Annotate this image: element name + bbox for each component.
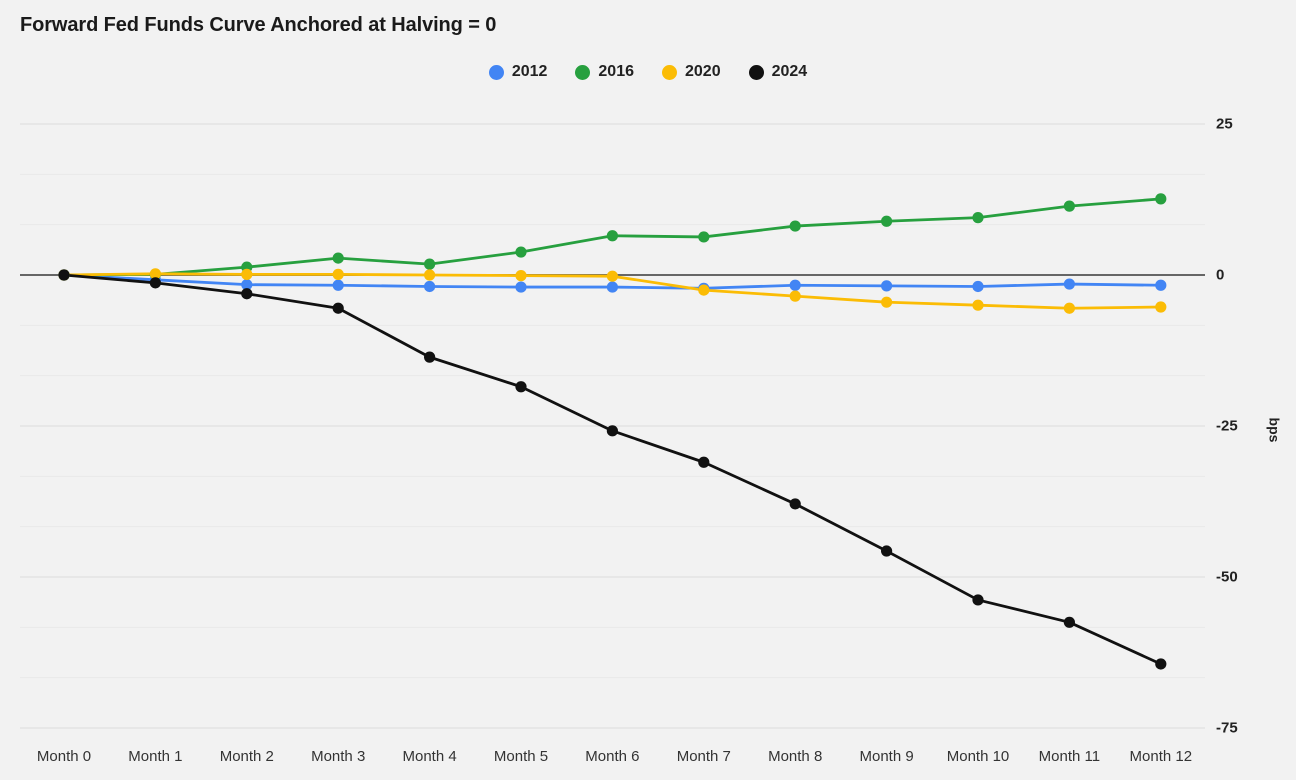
data-point-2016-11[interactable] (1063, 200, 1075, 212)
y-tick-label: -50 (1216, 568, 1238, 586)
data-point-2020-7[interactable] (698, 284, 710, 296)
data-point-2016-4[interactable] (424, 258, 436, 270)
data-point-2016-3[interactable] (332, 252, 344, 264)
x-tick-label-2: Month 2 (219, 748, 274, 765)
data-point-2012-11[interactable] (1063, 278, 1075, 290)
data-point-2024-11[interactable] (1063, 616, 1075, 628)
data-point-2024-0[interactable] (58, 269, 70, 281)
chart-container: Forward Fed Funds Curve Anchored at Halv… (0, 0, 1296, 780)
data-point-2016-12[interactable] (1155, 193, 1167, 205)
x-tick-label-11: Month 11 (1038, 748, 1101, 765)
y-tick-label: -25 (1216, 417, 1238, 435)
y-axis-title: bps (1266, 417, 1283, 443)
x-tick-label-4: Month 4 (402, 748, 457, 765)
data-point-2012-4[interactable] (424, 280, 436, 293)
data-point-2012-5[interactable] (515, 281, 527, 293)
x-tick-label-1: Month 1 (128, 748, 183, 765)
data-point-2024-12[interactable] (1155, 658, 1167, 670)
data-point-2012-6[interactable] (606, 281, 619, 293)
data-point-2024-6[interactable] (606, 425, 619, 437)
data-point-2012-8[interactable] (789, 279, 801, 291)
data-point-2020-2[interactable] (241, 268, 253, 280)
data-point-2020-4[interactable] (424, 269, 436, 281)
data-point-2016-9[interactable] (881, 215, 893, 227)
series-line-2024 (62, 273, 1163, 666)
plot-svg (20, 123, 1205, 729)
x-tick-label-3: Month 3 (311, 748, 366, 765)
x-tick-label-7: Month 7 (676, 748, 731, 765)
data-point-2024-8[interactable] (789, 498, 801, 510)
data-point-2016-7[interactable] (698, 231, 710, 243)
data-point-2020-11[interactable] (1063, 302, 1075, 314)
data-point-2024-2[interactable] (241, 288, 253, 300)
data-point-2016-8[interactable] (789, 220, 801, 232)
y-tick-label: -75 (1216, 719, 1238, 737)
data-point-2024-4[interactable] (424, 351, 436, 363)
y-tick-label: 0 (1216, 266, 1225, 284)
x-tick-label-10: Month 10 (946, 748, 1010, 765)
y-tick-label: 25 (1216, 115, 1233, 133)
data-point-2020-8[interactable] (789, 290, 801, 302)
data-point-2012-9[interactable] (881, 280, 893, 292)
data-point-2020-6[interactable] (606, 270, 619, 282)
x-tick-label-12: Month 12 (1129, 748, 1193, 765)
data-point-2020-12[interactable] (1155, 301, 1167, 313)
data-point-2016-6[interactable] (606, 230, 619, 242)
x-tick-label-5: Month 5 (493, 748, 549, 765)
x-tick-label-9: Month 9 (859, 748, 914, 765)
data-point-2016-5[interactable] (515, 246, 527, 258)
data-point-2024-9[interactable] (881, 545, 893, 557)
data-point-2024-1[interactable] (149, 277, 161, 289)
data-point-2024-10[interactable] (972, 594, 984, 606)
data-point-2020-10[interactable] (972, 299, 984, 311)
data-point-2012-10[interactable] (972, 280, 984, 293)
data-point-2020-9[interactable] (881, 296, 893, 308)
data-point-2024-5[interactable] (515, 381, 527, 393)
plot-area (0, 0, 1296, 780)
x-tick-label-6: Month 6 (585, 748, 640, 765)
data-point-2016-10[interactable] (972, 212, 984, 224)
data-point-2020-3[interactable] (332, 268, 344, 280)
x-tick-label-0: Month 0 (36, 748, 92, 765)
x-tick-label-8: Month 8 (768, 748, 823, 765)
data-point-2024-3[interactable] (332, 302, 344, 314)
data-point-2012-3[interactable] (332, 279, 344, 291)
data-point-2020-5[interactable] (515, 270, 527, 282)
data-point-2024-7[interactable] (698, 456, 710, 468)
data-point-2012-12[interactable] (1155, 279, 1167, 291)
